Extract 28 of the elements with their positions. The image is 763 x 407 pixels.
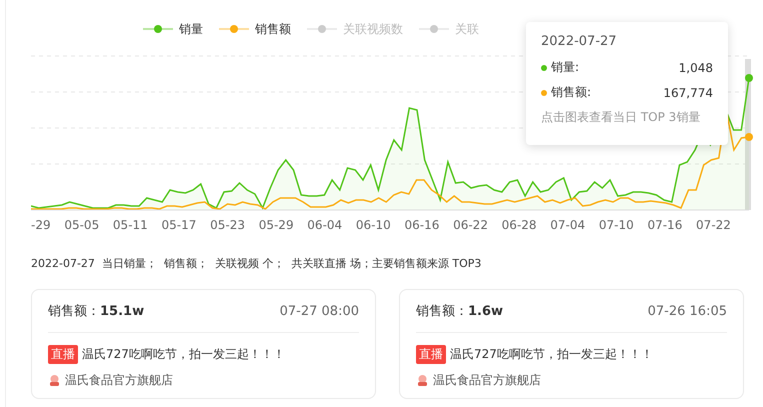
axis-label: 05-11 [112,218,148,232]
card-time: 07-26 16:05 [648,304,727,318]
axis-label: 06-10 [356,218,391,232]
axis-label: -29 [31,218,51,232]
live-tag: 直播 [416,345,446,364]
sales-amount: 销售额：15.1w [48,303,144,320]
axis-label: 05-05 [64,218,100,232]
axis-label: 06-28 [502,218,537,232]
axis-label: 05-29 [258,218,294,232]
axis-label: 06-22 [453,218,488,232]
live-tag: 直播 [48,345,78,364]
tooltip-label: 销售额: [551,84,592,101]
card-time: 07-27 08:00 [280,304,359,318]
axis-label: 07-04 [550,218,586,232]
tooltip-value: 167,774 [663,86,713,100]
axis-label: 06-16 [404,218,440,232]
axis-label: 07-22 [696,218,731,232]
tooltip-date: 2022-07-27 [541,34,618,49]
axis-label: 07-16 [647,218,682,232]
axis-label: 06-04 [307,218,342,232]
axis-label: 07-10 [598,218,634,232]
axis-label: 05-23 [210,218,245,232]
axis-label: 05-17 [162,218,196,232]
tooltip-label: 销量: [551,59,580,76]
tooltip-value: 1,048 [678,60,713,74]
tooltip-hint: 点击图表查看当日 TOP 3销量 [541,109,702,126]
summary-text: 2022-07-27 当日销量； 销售额； 关联视频 个； 共关联直播 场；主要销售额来源 TOP3 [31,256,482,271]
sales-amount: 销售额：1.6w [416,303,504,320]
